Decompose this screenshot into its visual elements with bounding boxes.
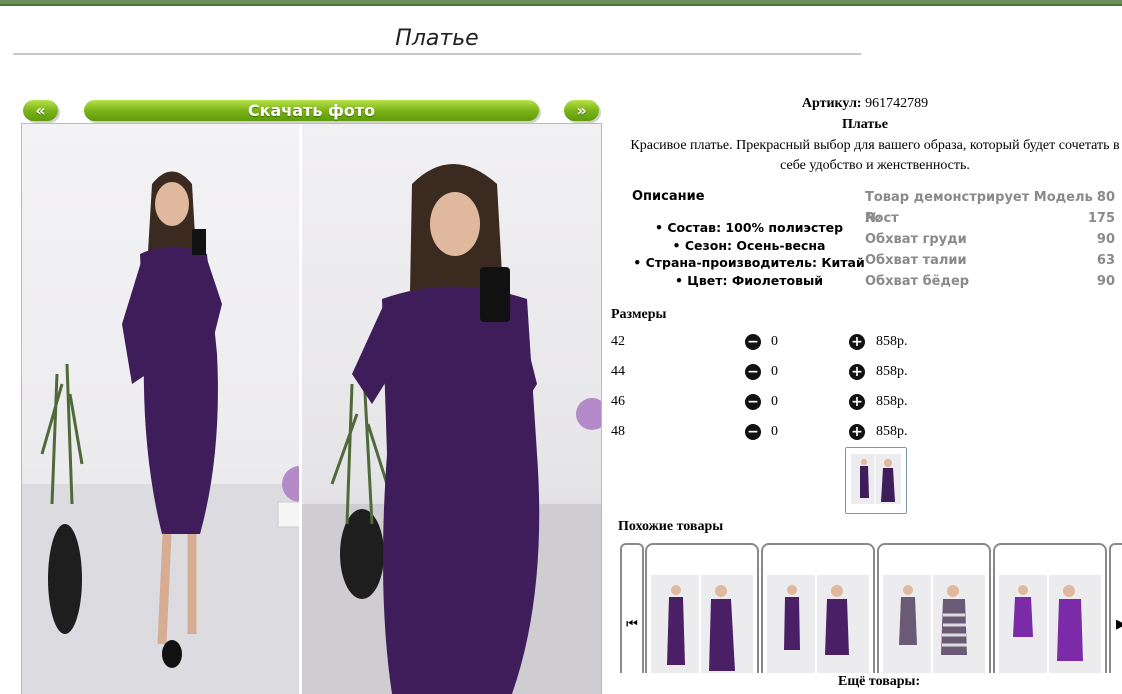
carousel-next-button[interactable]: ▶ <box>1109 543 1122 673</box>
photo-thumbnail[interactable] <box>845 447 907 514</box>
minus-icon[interactable]: − <box>745 394 761 410</box>
minus-icon[interactable]: − <box>745 424 761 440</box>
download-photo-button[interactable]: Скачать фото <box>84 100 539 121</box>
measurement-row: Рост 175 <box>865 208 1115 229</box>
plus-icon[interactable]: + <box>849 334 865 350</box>
thumbnail-image <box>851 454 901 504</box>
size-label: 48 <box>611 424 625 439</box>
quantity-value: 0 <box>771 394 778 409</box>
skip-back-icon: ⏮ <box>626 617 638 632</box>
size-price: 858р. <box>876 334 908 349</box>
sku-value: 961742789 <box>865 96 929 111</box>
similar-product-card[interactable] <box>877 543 991 673</box>
measurement-row: Обхват талии 63 <box>865 250 1115 271</box>
size-row: 46 − 0 + 858р. <box>611 392 931 414</box>
plus-icon[interactable]: + <box>849 364 865 380</box>
plus-icon[interactable]: + <box>849 424 865 440</box>
size-row: 48 − 0 + 858р. <box>611 422 931 444</box>
plus-icon[interactable]: + <box>849 394 865 410</box>
dress-a <box>667 597 685 665</box>
sku-label: Артикул: <box>801 96 862 111</box>
similar-product-card[interactable] <box>993 543 1107 673</box>
minus-icon[interactable]: − <box>745 334 761 350</box>
quantity-value: 0 <box>771 424 778 439</box>
next-photo-button[interactable]: » <box>564 100 599 121</box>
minus-icon[interactable]: − <box>745 364 761 380</box>
measurement-label: Обхват бёдер <box>865 274 970 289</box>
similar-heading: Похожие товары <box>618 519 724 534</box>
details-item: Сезон: Осень-весна <box>630 237 868 255</box>
details-list: Состав: 100% полиэстер Сезон: Осень-весн… <box>630 219 868 289</box>
measurement-value: 90 <box>1096 232 1115 247</box>
measurement-value: 175 <box>1087 211 1115 226</box>
play-next-icon: ▶ <box>1116 617 1122 632</box>
more-products-label: Ещё товары: <box>838 674 921 689</box>
measurement-label: Обхват талии <box>865 253 967 268</box>
size-label: 46 <box>611 394 625 409</box>
dress-b <box>709 599 735 671</box>
similar-carousel: ⏮ ▶ <box>620 543 1122 673</box>
details-item: Цвет: Фиолетовый <box>630 272 868 290</box>
measurement-value: 63 <box>1096 253 1115 268</box>
size-price: 858р. <box>876 424 908 439</box>
size-row: 42 − 0 + 858р. <box>611 332 931 354</box>
page-title: Платье <box>395 26 479 51</box>
size-label: 44 <box>611 364 625 379</box>
size-price: 858р. <box>876 394 908 409</box>
quantity-value: 0 <box>771 334 778 349</box>
photo-right <box>302 124 601 694</box>
measurement-row: Обхват груди 90 <box>865 229 1115 250</box>
similar-product-image <box>767 575 869 673</box>
product-photo[interactable] <box>21 123 602 694</box>
measurement-value: 80 <box>1096 190 1115 205</box>
similar-product-image <box>651 575 753 673</box>
measurement-row: Товар демонстрирует Модель № 80 <box>865 187 1115 226</box>
similar-product-image <box>999 575 1101 673</box>
prev-photo-button[interactable]: « <box>23 100 58 121</box>
size-row: 44 − 0 + 858р. <box>611 362 931 384</box>
measurement-label: Рост <box>865 211 899 226</box>
similar-product-card[interactable] <box>645 543 759 673</box>
sizes-heading: Размеры <box>611 307 667 322</box>
size-label: 42 <box>611 334 625 349</box>
product-name: Платье <box>842 117 888 132</box>
quantity-value: 0 <box>771 364 778 379</box>
details-item: Страна-производитель: Китай <box>630 254 868 272</box>
model-measurements: Товар демонстрирует Модель № 80 Рост 175… <box>865 187 1115 292</box>
size-price: 858р. <box>876 364 908 379</box>
measurement-label: Товар демонстрирует Модель № <box>865 190 1093 226</box>
sku: Артикул: 961742789 <box>610 96 1120 112</box>
similar-product-image <box>883 575 985 673</box>
similar-product-card[interactable] <box>761 543 875 673</box>
carousel-prev-button[interactable]: ⏮ <box>620 543 644 673</box>
top-bar <box>0 0 1122 6</box>
measurement-value: 90 <box>1096 274 1115 289</box>
details-heading: Описание <box>632 189 705 204</box>
photo-left <box>22 124 299 694</box>
details-item: Состав: 100% полиэстер <box>630 219 868 237</box>
measurement-row: Обхват бёдер 90 <box>865 271 1115 292</box>
measurement-label: Обхват груди <box>865 232 967 247</box>
title-divider <box>13 53 861 55</box>
product-description: Красивое платье. Прекрасный выбор для ва… <box>630 138 1120 173</box>
